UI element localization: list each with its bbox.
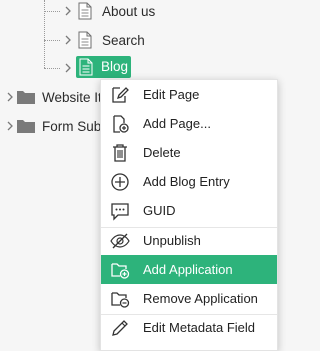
chevron-right-icon[interactable] — [63, 35, 73, 45]
tree-branch-line — [44, 11, 60, 12]
tree-branch-line — [44, 40, 60, 41]
tree-item-label: Search — [102, 33, 145, 48]
chevron-right-icon[interactable] — [63, 6, 73, 16]
menu-item-unpublish[interactable]: Unpublish — [101, 226, 277, 255]
folder-icon — [16, 118, 36, 134]
context-menu: Edit Page Add Page... Delete Add Blog En… — [100, 79, 278, 351]
plus-circle-icon — [109, 171, 131, 193]
menu-item-guid[interactable]: GUID — [101, 196, 277, 225]
chevron-right-icon[interactable] — [5, 92, 15, 102]
document-icon — [78, 31, 92, 49]
menu-item-label: Remove Application — [143, 291, 258, 306]
menu-item-edit-page[interactable]: Edit Page — [101, 80, 277, 109]
remove-application-icon — [109, 288, 131, 310]
menu-item-label: Edit Metadata Field — [143, 320, 256, 335]
trash-icon — [109, 142, 131, 164]
menu-item-delete[interactable]: Delete — [101, 138, 277, 167]
document-icon — [79, 58, 93, 76]
menu-item-label: Unpublish — [143, 233, 201, 248]
document-icon — [78, 2, 92, 20]
selected-node-highlight[interactable]: Blog — [76, 56, 131, 78]
chevron-right-icon[interactable] — [63, 63, 73, 73]
menu-item-label: Delete — [143, 145, 181, 160]
tree-item-label: Blog — [101, 59, 129, 74]
add-page-icon — [109, 113, 131, 135]
menu-item-label: GUID — [143, 203, 176, 218]
menu-item-label: Add Blog Entry — [143, 174, 230, 189]
tree-item-label: Form Subn — [42, 119, 109, 134]
menu-item-label: Add Application — [143, 262, 233, 277]
edit-page-icon — [109, 84, 131, 106]
menu-item-add-application[interactable]: Add Application — [101, 255, 277, 284]
folder-icon — [16, 89, 36, 105]
menu-item-label: Edit Page — [143, 87, 200, 102]
guid-icon — [109, 200, 131, 222]
add-application-icon — [109, 259, 131, 281]
eye-slash-icon — [109, 230, 131, 252]
tree-branch-line — [44, 68, 60, 69]
menu-item-add-page[interactable]: Add Page... — [101, 109, 277, 138]
menu-item-add-blog-entry[interactable]: Add Blog Entry — [101, 167, 277, 196]
menu-item-remove-application[interactable]: Remove Application — [101, 284, 277, 313]
menu-item-label: Add Page... — [143, 116, 211, 131]
pencil-icon — [109, 317, 131, 339]
menu-item-edit-metadata-field[interactable]: Edit Metadata Field — [101, 313, 277, 342]
tree-item-label: About us — [102, 4, 156, 19]
chevron-right-icon[interactable] — [5, 121, 15, 131]
